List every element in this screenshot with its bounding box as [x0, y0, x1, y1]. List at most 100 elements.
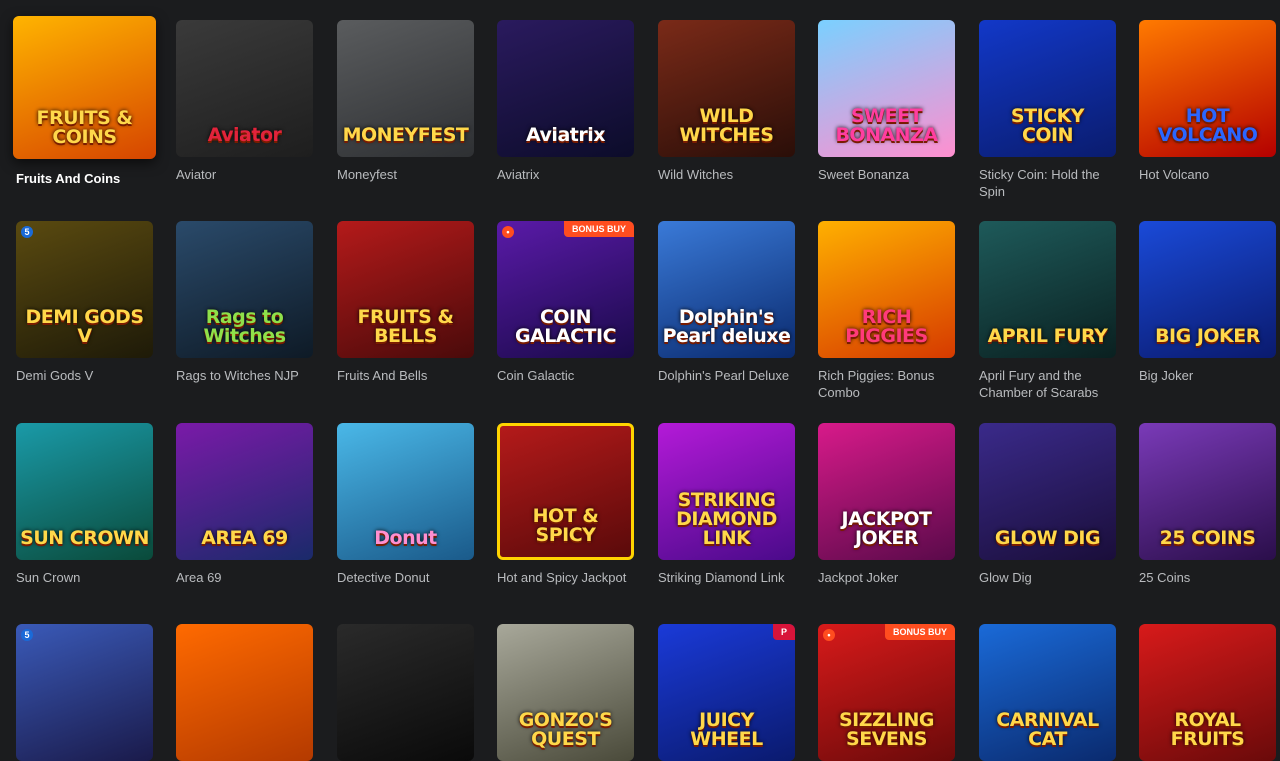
game-thumbnail[interactable]: GLOW DIG [979, 423, 1116, 560]
game-thumbnail[interactable]: DEMI GODS V 5 [16, 221, 153, 358]
game-thumbnail[interactable]: APRIL FURY [979, 221, 1116, 358]
game-card[interactable]: STICKY COIN Sticky Coin: Hold the Spin [979, 20, 1121, 200]
game-card[interactable]: ROYAL FRUITS [1139, 624, 1280, 761]
game-card[interactable]: Aviatrix Aviatrix [497, 20, 639, 183]
game-logo-text: JUICY WHEEL [690, 709, 763, 750]
game-thumbnail[interactable]: GONZO'S QUEST [497, 624, 634, 761]
game-card[interactable]: GLOW DIG Glow Dig [979, 423, 1121, 586]
game-card[interactable]: FRUITS & BELLS Fruits And Bells [337, 221, 479, 384]
game-thumbnail[interactable]: Dolphin's Pearl deluxe [658, 221, 795, 358]
game-card[interactable]: 5 [16, 624, 158, 761]
game-thumbnail[interactable]: STRIKING DIAMOND LINK [658, 423, 795, 560]
game-title[interactable]: Wild Witches [658, 166, 798, 183]
game-card[interactable]: STRIKING DIAMOND LINK Striking Diamond Li… [658, 423, 800, 586]
game-thumbnail[interactable]: FRUITS & BELLS [337, 221, 474, 358]
game-card[interactable]: HOT & SPICY Hot and Spicy Jackpot [497, 423, 639, 586]
game-logo-text: SWEET BONANZA [835, 105, 938, 146]
game-title[interactable]: Hot Volcano [1139, 166, 1279, 183]
game-card[interactable]: WILD WITCHES Wild Witches [658, 20, 800, 183]
game-logo-text: GLOW DIG [994, 527, 1101, 549]
game-title[interactable]: 25 Coins [1139, 569, 1279, 586]
game-thumbnail[interactable]: FRUITS & COINS [13, 16, 156, 159]
game-logo-text: Donut [374, 527, 437, 549]
game-thumbnail[interactable]: COIN GALACTIC BONUS BUY • [497, 221, 634, 358]
game-title[interactable]: Sweet Bonanza [818, 166, 958, 183]
game-title[interactable]: Sticky Coin: Hold the Spin [979, 166, 1119, 200]
game-thumbnail[interactable]: Aviator [176, 20, 313, 157]
game-card[interactable]: SIZZLING SEVENS BONUS BUY • [818, 624, 960, 761]
game-card[interactable]: FRUITS & COINS Fruits And Coins [13, 16, 158, 187]
game-thumbnail[interactable]: SUN CROWN [16, 423, 153, 560]
game-thumbnail[interactable]: AREA 69 [176, 423, 313, 560]
game-thumbnail[interactable] [337, 624, 474, 761]
game-card[interactable]: Donut Detective Donut [337, 423, 479, 586]
game-title[interactable]: Moneyfest [337, 166, 477, 183]
game-thumbnail[interactable]: HOT VOLCANO [1139, 20, 1276, 157]
game-title[interactable]: Aviator [176, 166, 316, 183]
game-card[interactable]: RICH PIGGIES Rich Piggies: Bonus Combo [818, 221, 960, 401]
game-card[interactable]: Dolphin's Pearl deluxe Dolphin's Pearl De… [658, 221, 800, 384]
game-card[interactable]: JACKPOT JOKER Jackpot Joker [818, 423, 960, 586]
game-title[interactable]: April Fury and the Chamber of Scarabs [979, 367, 1119, 401]
game-card[interactable]: CARNIVAL CAT [979, 624, 1121, 761]
game-card[interactable]: GONZO'S QUEST [497, 624, 639, 761]
game-thumbnail[interactable]: RICH PIGGIES [818, 221, 955, 358]
game-card[interactable]: SWEET BONANZA Sweet Bonanza [818, 20, 960, 183]
game-thumbnail[interactable]: Rags to Witches [176, 221, 313, 358]
game-card[interactable]: Aviator Aviator [176, 20, 318, 183]
game-thumbnail[interactable]: SIZZLING SEVENS BONUS BUY • [818, 624, 955, 761]
provider-icon: 5 [21, 629, 33, 641]
game-card[interactable] [176, 624, 318, 761]
game-title[interactable]: Demi Gods V [16, 367, 156, 384]
game-thumbnail[interactable]: 5 [16, 624, 153, 761]
game-card[interactable]: AREA 69 Area 69 [176, 423, 318, 586]
game-title[interactable]: Detective Donut [337, 569, 477, 586]
game-thumbnail[interactable]: JACKPOT JOKER [818, 423, 955, 560]
game-thumbnail[interactable]: Aviatrix [497, 20, 634, 157]
game-thumbnail[interactable]: 25 COINS [1139, 423, 1276, 560]
game-card[interactable]: BIG JOKER Big Joker [1139, 221, 1280, 384]
game-card[interactable]: SUN CROWN Sun Crown [16, 423, 158, 586]
game-title[interactable]: Rags to Witches NJP [176, 367, 316, 384]
game-title[interactable]: Big Joker [1139, 367, 1279, 384]
game-thumbnail[interactable]: MONEYFEST [337, 20, 474, 157]
game-card[interactable]: HOT VOLCANO Hot Volcano [1139, 20, 1280, 183]
game-thumbnail[interactable]: Donut [337, 423, 474, 560]
game-thumbnail[interactable]: BIG JOKER [1139, 221, 1276, 358]
game-card[interactable]: APRIL FURY April Fury and the Chamber of … [979, 221, 1121, 401]
game-thumbnail[interactable]: STICKY COIN [979, 20, 1116, 157]
game-card[interactable]: DEMI GODS V 5 Demi Gods V [16, 221, 158, 384]
game-title[interactable]: Area 69 [176, 569, 316, 586]
game-logo-text: CARNIVAL CAT [996, 709, 1099, 750]
game-logo-text: FRUITS & COINS [36, 107, 133, 148]
game-card[interactable]: JUICY WHEEL P [658, 624, 800, 761]
game-thumbnail[interactable] [176, 624, 313, 761]
game-title[interactable]: Coin Galactic [497, 367, 637, 384]
game-card[interactable]: MONEYFEST Moneyfest [337, 20, 479, 183]
game-title[interactable]: Fruits And Bells [337, 367, 477, 384]
game-thumbnail[interactable]: HOT & SPICY [497, 423, 634, 560]
game-title[interactable]: Jackpot Joker [818, 569, 958, 586]
game-title[interactable]: Rich Piggies: Bonus Combo [818, 367, 958, 401]
game-card[interactable] [337, 624, 479, 761]
game-title[interactable]: Glow Dig [979, 569, 1119, 586]
game-title[interactable]: Dolphin's Pearl Deluxe [658, 367, 798, 384]
provider-icon: • [502, 226, 514, 238]
game-card[interactable]: COIN GALACTIC BONUS BUY • Coin Galactic [497, 221, 639, 384]
game-title[interactable]: Sun Crown [16, 569, 156, 586]
game-thumbnail[interactable]: ROYAL FRUITS [1139, 624, 1276, 761]
game-title[interactable]: Hot and Spicy Jackpot [497, 569, 637, 586]
game-card[interactable]: 25 COINS 25 Coins [1139, 423, 1280, 586]
game-thumbnail[interactable]: SWEET BONANZA [818, 20, 955, 157]
game-title[interactable]: Aviatrix [497, 166, 637, 183]
game-logo-text: WILD WITCHES [679, 105, 775, 146]
game-title[interactable]: Fruits And Coins [16, 170, 156, 187]
games-grid: FRUITS & COINS Fruits And Coins Aviator Avi… [0, 0, 1280, 761]
game-thumbnail[interactable]: WILD WITCHES [658, 20, 795, 157]
game-logo-text: RICH PIGGIES [845, 306, 928, 347]
game-title[interactable]: Striking Diamond Link [658, 569, 798, 586]
game-card[interactable]: Rags to Witches Rags to Witches NJP [176, 221, 318, 384]
game-thumbnail[interactable]: CARNIVAL CAT [979, 624, 1116, 761]
game-logo-text: SIZZLING SEVENS [839, 709, 934, 750]
game-thumbnail[interactable]: JUICY WHEEL P [658, 624, 795, 761]
